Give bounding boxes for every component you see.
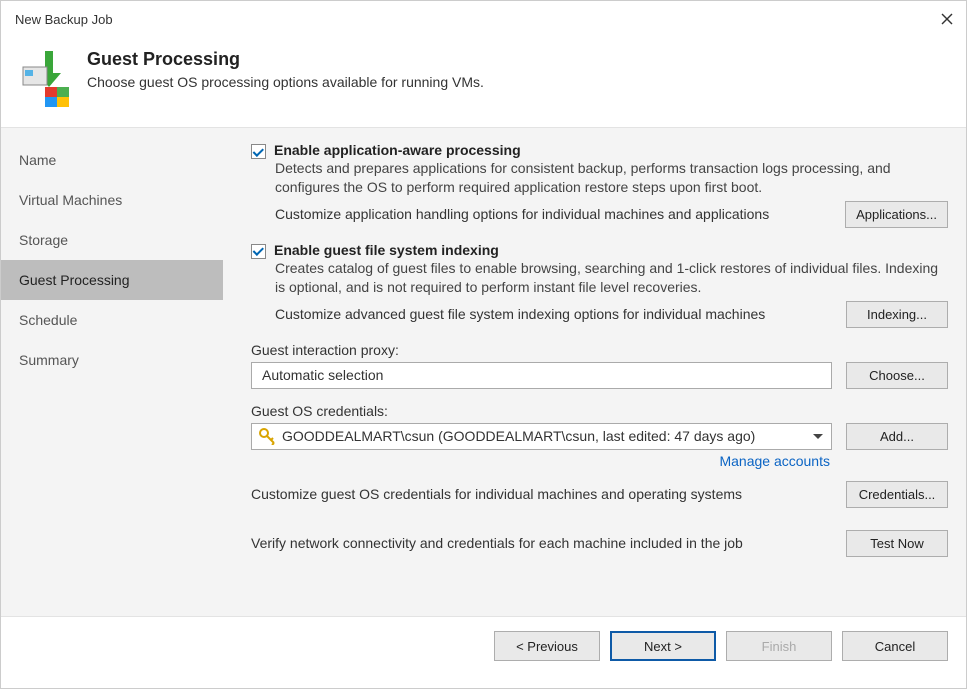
close-icon[interactable] bbox=[940, 12, 954, 26]
next-button[interactable]: Next > bbox=[610, 631, 716, 661]
indexing-label: Enable guest file system indexing bbox=[274, 242, 499, 258]
sidebar-item-schedule[interactable]: Schedule bbox=[1, 300, 223, 340]
wizard-header: Guest Processing Choose guest OS process… bbox=[1, 35, 966, 127]
applications-button[interactable]: Applications... bbox=[845, 201, 948, 228]
page-title: Guest Processing bbox=[87, 49, 484, 70]
page-subtitle: Choose guest OS processing options avail… bbox=[87, 74, 484, 90]
cancel-button[interactable]: Cancel bbox=[842, 631, 948, 661]
indexing-button[interactable]: Indexing... bbox=[846, 301, 948, 328]
key-icon bbox=[258, 427, 276, 445]
previous-button[interactable]: < Previous bbox=[494, 631, 600, 661]
credentials-button[interactable]: Credentials... bbox=[846, 481, 948, 508]
finish-button: Finish bbox=[726, 631, 832, 661]
wizard-content: Enable application-aware processing Dete… bbox=[223, 128, 966, 616]
title-bar: New Backup Job bbox=[1, 1, 966, 35]
app-aware-customize-text: Customize application handling options f… bbox=[275, 206, 833, 222]
add-credentials-button[interactable]: Add... bbox=[846, 423, 948, 450]
window-title: New Backup Job bbox=[15, 12, 113, 27]
wizard-sidebar: Name Virtual Machines Storage Guest Proc… bbox=[1, 128, 223, 616]
proxy-value: Automatic selection bbox=[262, 367, 383, 383]
app-aware-desc: Detects and prepares applications for co… bbox=[275, 159, 948, 197]
sidebar-item-virtual-machines[interactable]: Virtual Machines bbox=[1, 180, 223, 220]
wizard-footer: < Previous Next > Finish Cancel bbox=[1, 617, 966, 661]
app-aware-checkbox[interactable] bbox=[251, 144, 266, 159]
sidebar-item-name[interactable]: Name bbox=[1, 140, 223, 180]
sidebar-item-summary[interactable]: Summary bbox=[1, 340, 223, 380]
credentials-value: GOODDEALMART\csun (GOODDEALMART\csun, la… bbox=[282, 428, 755, 444]
indexing-checkbox[interactable] bbox=[251, 244, 266, 259]
manage-accounts-link[interactable]: Manage accounts bbox=[719, 453, 830, 469]
chevron-down-icon bbox=[813, 434, 823, 439]
credentials-customize-text: Customize guest OS credentials for indiv… bbox=[251, 486, 834, 502]
choose-proxy-button[interactable]: Choose... bbox=[846, 362, 948, 389]
verify-text: Verify network connectivity and credenti… bbox=[251, 535, 834, 551]
proxy-label: Guest interaction proxy: bbox=[251, 342, 948, 358]
test-now-button[interactable]: Test Now bbox=[846, 530, 948, 557]
indexing-customize-text: Customize advanced guest file system ind… bbox=[275, 306, 834, 322]
credentials-label: Guest OS credentials: bbox=[251, 403, 948, 419]
sidebar-item-storage[interactable]: Storage bbox=[1, 220, 223, 260]
sidebar-item-guest-processing[interactable]: Guest Processing bbox=[1, 260, 223, 300]
credentials-dropdown[interactable]: GOODDEALMART\csun (GOODDEALMART\csun, la… bbox=[251, 423, 832, 450]
guest-processing-icon bbox=[17, 49, 71, 109]
proxy-field: Automatic selection bbox=[251, 362, 832, 389]
app-aware-label: Enable application-aware processing bbox=[274, 142, 521, 158]
indexing-desc: Creates catalog of guest files to enable… bbox=[275, 259, 948, 297]
